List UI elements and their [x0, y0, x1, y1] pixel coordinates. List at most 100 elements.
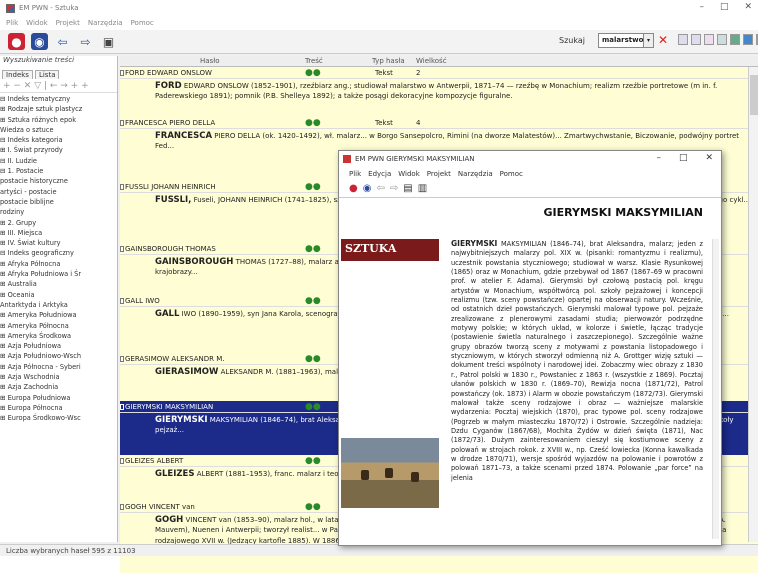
menu-projekt[interactable]: Projekt — [56, 19, 80, 27]
chart-icon[interactable] — [717, 34, 727, 45]
entry-lead: GALL — [155, 309, 180, 319]
minimize-button[interactable]: – — [699, 2, 704, 12]
popup-menu-pomoc[interactable]: Pomoc — [500, 170, 523, 178]
maximize-button[interactable]: □ — [720, 2, 729, 12]
map-icon[interactable] — [730, 34, 740, 45]
entry-size: 4 — [416, 119, 421, 127]
tree-item[interactable]: Wiedza o sztuce — [0, 125, 117, 135]
tree-item[interactable]: ⊞ III. Miejsca — [0, 228, 117, 238]
entry-lead: GAINSBOROUGH — [155, 257, 234, 267]
tree-item[interactable]: artyści - postacie — [0, 187, 117, 197]
tree-item[interactable]: ⊞ Ameryka Południowa — [0, 310, 117, 320]
popup-encyclopedia-icon[interactable]: ● — [349, 183, 358, 194]
tree-toolbar[interactable]: + − ✕ ▽ | ← → + + — [0, 79, 117, 93]
popup-book-icon[interactable]: ▥ — [418, 183, 427, 194]
tree-item[interactable]: ⊞ I. Świat przyrody — [0, 145, 117, 155]
popup-forward-icon[interactable]: ⇨ — [390, 183, 398, 194]
search-input[interactable]: malarstwo — [598, 33, 644, 48]
menu-pomoc[interactable]: Pomoc — [131, 19, 154, 27]
tree-item[interactable]: ⊞ Ameryka Środkowa — [0, 331, 117, 341]
menu-plik[interactable]: Plik — [6, 19, 18, 27]
leaf-icon: ●● — [305, 244, 321, 254]
popup-minimize-button[interactable]: – — [656, 153, 661, 163]
tree-item[interactable]: ⊞ Azja Północna - Syberi — [0, 362, 117, 372]
article-heading: GIERYMSKI MAKSYMILIAN — [543, 206, 703, 219]
tree-item[interactable]: ⊞ Oceania — [0, 290, 117, 300]
clear-search-icon[interactable]: ✕ — [658, 33, 668, 47]
popup-maximize-button[interactable]: □ — [679, 153, 688, 163]
tree-item[interactable]: rodziny — [0, 207, 117, 217]
tree-item[interactable]: postacie biblijne — [0, 197, 117, 207]
tree-item[interactable]: ⊞ Rodzaje sztuk plastycz — [0, 104, 117, 114]
entry-header[interactable]: FORD EDWARD ONSLOW ●● Tekst 2 — [120, 67, 758, 79]
search-dropdown[interactable]: ▾ — [644, 33, 654, 48]
tree-item[interactable]: ⊞ Sztuka różnych epok — [0, 115, 117, 125]
col-tresc[interactable]: Treść — [305, 57, 323, 65]
entry-title: FRANCESCA PIERO DELLA — [125, 119, 216, 127]
tree-item[interactable]: ⊞ Australia — [0, 279, 117, 289]
entry-title: GIERYMSKI MAKSYMILIAN — [125, 403, 214, 411]
globe-icon[interactable]: ◉ — [31, 33, 48, 50]
entry-header[interactable]: FRANCESCA PIERO DELLA ●● Tekst 4 — [120, 117, 758, 129]
view-menu-icon[interactable]: ▣ — [100, 33, 117, 50]
forward-arrow-icon[interactable]: ⇨ — [77, 33, 94, 50]
entry-lead: GOGH — [155, 515, 184, 525]
sidebar-title: Wyszukiwanie treści — [3, 56, 75, 64]
back-arrow-icon[interactable]: ⇦ — [54, 33, 71, 50]
scroll-thumb[interactable] — [750, 75, 758, 115]
tab-lista[interactable]: Lista — [34, 70, 60, 79]
tree-item[interactable]: ⊞ Europa Północna — [0, 403, 117, 413]
tree-item[interactable]: Antarktyda i Arktyka — [0, 300, 117, 310]
tree-item[interactable]: ⊞ Europa Środkowo-Wsc — [0, 413, 117, 423]
col-wielkosc[interactable]: Wielkość — [416, 57, 447, 65]
col-typ[interactable]: Typ hasła — [372, 57, 405, 65]
tree-item[interactable]: ⊟ Indeks geograficzny — [0, 248, 117, 258]
popup-menu-projekt[interactable]: Projekt — [427, 170, 451, 178]
tree-item[interactable]: ⊞ Azja Południowa — [0, 341, 117, 351]
tree-item[interactable]: postacie historyczne — [0, 176, 117, 186]
tree-item[interactable]: ⊞ Azja Południowo-Wsch — [0, 351, 117, 361]
menu-widok[interactable]: Widok — [26, 19, 48, 27]
tree-item[interactable]: ⊟ II. Ludzie — [0, 156, 117, 166]
tree-item[interactable]: ⊞ Azja Wschodnia — [0, 372, 117, 382]
list-icon[interactable] — [691, 34, 701, 45]
tree-item[interactable]: ⊞ Azja Zachodnia — [0, 382, 117, 392]
book-icon[interactable] — [743, 34, 753, 45]
popup-back-icon[interactable]: ⇦ — [376, 183, 384, 194]
col-haslo[interactable]: Hasło — [200, 57, 219, 65]
tree-item[interactable]: ⊞ Ameryka Północna — [0, 321, 117, 331]
popup-menu-widok[interactable]: Widok — [398, 170, 420, 178]
list-item[interactable]: FORD EDWARD ONSLOW ●● Tekst 2 FORD EDWARD ON… — [120, 67, 758, 117]
tree-item[interactable]: ⊞ 2. Grupy — [0, 218, 117, 228]
tree-item[interactable]: ⊞ Europa Południowa — [0, 393, 117, 403]
entry-title: FUSSLI JOHANN HEINRICH — [125, 183, 216, 191]
tree-item[interactable]: ⊟ Indeks kategoria — [0, 135, 117, 145]
popup-close-button[interactable]: ✕ — [705, 153, 713, 163]
popup-print-icon[interactable]: ▤ — [403, 183, 412, 194]
painting-image[interactable] — [341, 438, 439, 508]
popup-menu-plik[interactable]: Plik — [349, 170, 361, 178]
popup-menu-edycja[interactable]: Edycja — [368, 170, 391, 178]
tree-item[interactable]: ⊟ Indeks tematyczny — [0, 94, 117, 104]
popup-menu-narzedzia[interactable]: Narzędzia — [458, 170, 493, 178]
tab-indeks[interactable]: Indeks — [2, 70, 33, 79]
entry-lead: FUSSLI, — [155, 195, 192, 205]
close-button[interactable]: ✕ — [744, 2, 752, 12]
column-header: Hasło Treść Typ hasła Wielkość — [120, 56, 758, 67]
tree-item[interactable]: ⊞ Afryka Południowa i Śr — [0, 269, 117, 279]
tree-item[interactable]: ⊟ 1. Postacie — [0, 166, 117, 176]
entry-title: FORD EDWARD ONSLOW — [125, 69, 212, 77]
entry-lead: GIERYMSKI — [155, 415, 208, 425]
tree-item[interactable]: ⊞ Afryka Północna — [0, 259, 117, 269]
entry-lead: FRANCESCA — [155, 131, 213, 141]
main-scrollbar[interactable] — [748, 67, 758, 542]
popup-scrollbar[interactable] — [712, 239, 719, 539]
encyclopedia-icon[interactable]: ● — [8, 33, 25, 50]
menu-narzedzia[interactable]: Narzędzia — [88, 19, 123, 27]
popup-globe-icon[interactable]: ◉ — [363, 183, 372, 194]
entry-size: 2 — [416, 69, 421, 77]
tree-item[interactable]: ⊞ IV. Świat kultury — [0, 238, 117, 248]
media-icon[interactable] — [704, 34, 714, 45]
view-icon[interactable] — [678, 34, 688, 45]
entry-body: PIERO DELLA (ok. 1420–1492), wł. malarz.… — [155, 132, 739, 151]
